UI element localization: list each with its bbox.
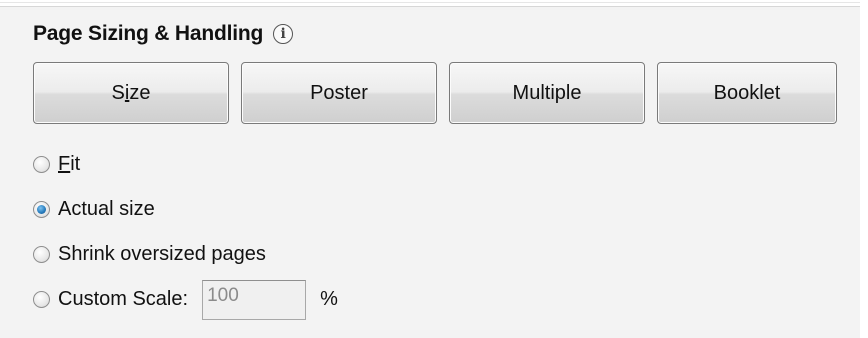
fit-radio[interactable]	[33, 156, 50, 173]
size-button[interactable]: Si ze	[33, 62, 229, 124]
page-sizing-panel: Page Sizing & Handling i Si ze Poster Mul…	[0, 0, 868, 338]
option-actual-size[interactable]: Actual size	[33, 187, 338, 232]
fit-label-post: it	[70, 153, 81, 175]
fit-label-mnemonic: F	[58, 153, 71, 175]
percent-unit: %	[320, 288, 338, 310]
section-header: Page Sizing & Handling i	[33, 20, 294, 48]
poster-button[interactable]: Poster	[241, 62, 437, 124]
sizing-mode-buttons: Si ze Poster Multiple Booklet	[33, 62, 837, 124]
size-button-label-post: ze	[129, 81, 151, 104]
actual-size-radio[interactable]	[33, 201, 50, 218]
custom-scale-radio[interactable]	[33, 291, 50, 308]
shrink-oversized-label: Shrink oversized pages	[58, 243, 266, 265]
shrink-oversized-radio[interactable]	[33, 246, 50, 263]
sizing-options: Fit Actual size Shrink oversized pages C…	[33, 142, 338, 322]
booklet-button[interactable]: Booklet	[657, 62, 837, 124]
option-fit[interactable]: Fit	[33, 142, 338, 187]
custom-scale-input[interactable]: 100	[202, 279, 307, 320]
actual-size-label: Actual size	[58, 198, 155, 220]
info-icon[interactable]: i	[273, 24, 294, 44]
multiple-button[interactable]: Multiple	[449, 62, 645, 124]
section-title: Page Sizing & Handling	[33, 22, 264, 45]
top-divider	[0, 0, 868, 7]
custom-scale-label: Custom Scale:	[58, 288, 189, 310]
right-edge	[860, 0, 868, 338]
divider-line	[0, 2, 868, 3]
option-shrink-oversized[interactable]: Shrink oversized pages	[33, 232, 338, 277]
option-custom-scale[interactable]: Custom Scale: 100 %	[33, 277, 338, 322]
size-button-label-pre: S	[111, 81, 125, 104]
